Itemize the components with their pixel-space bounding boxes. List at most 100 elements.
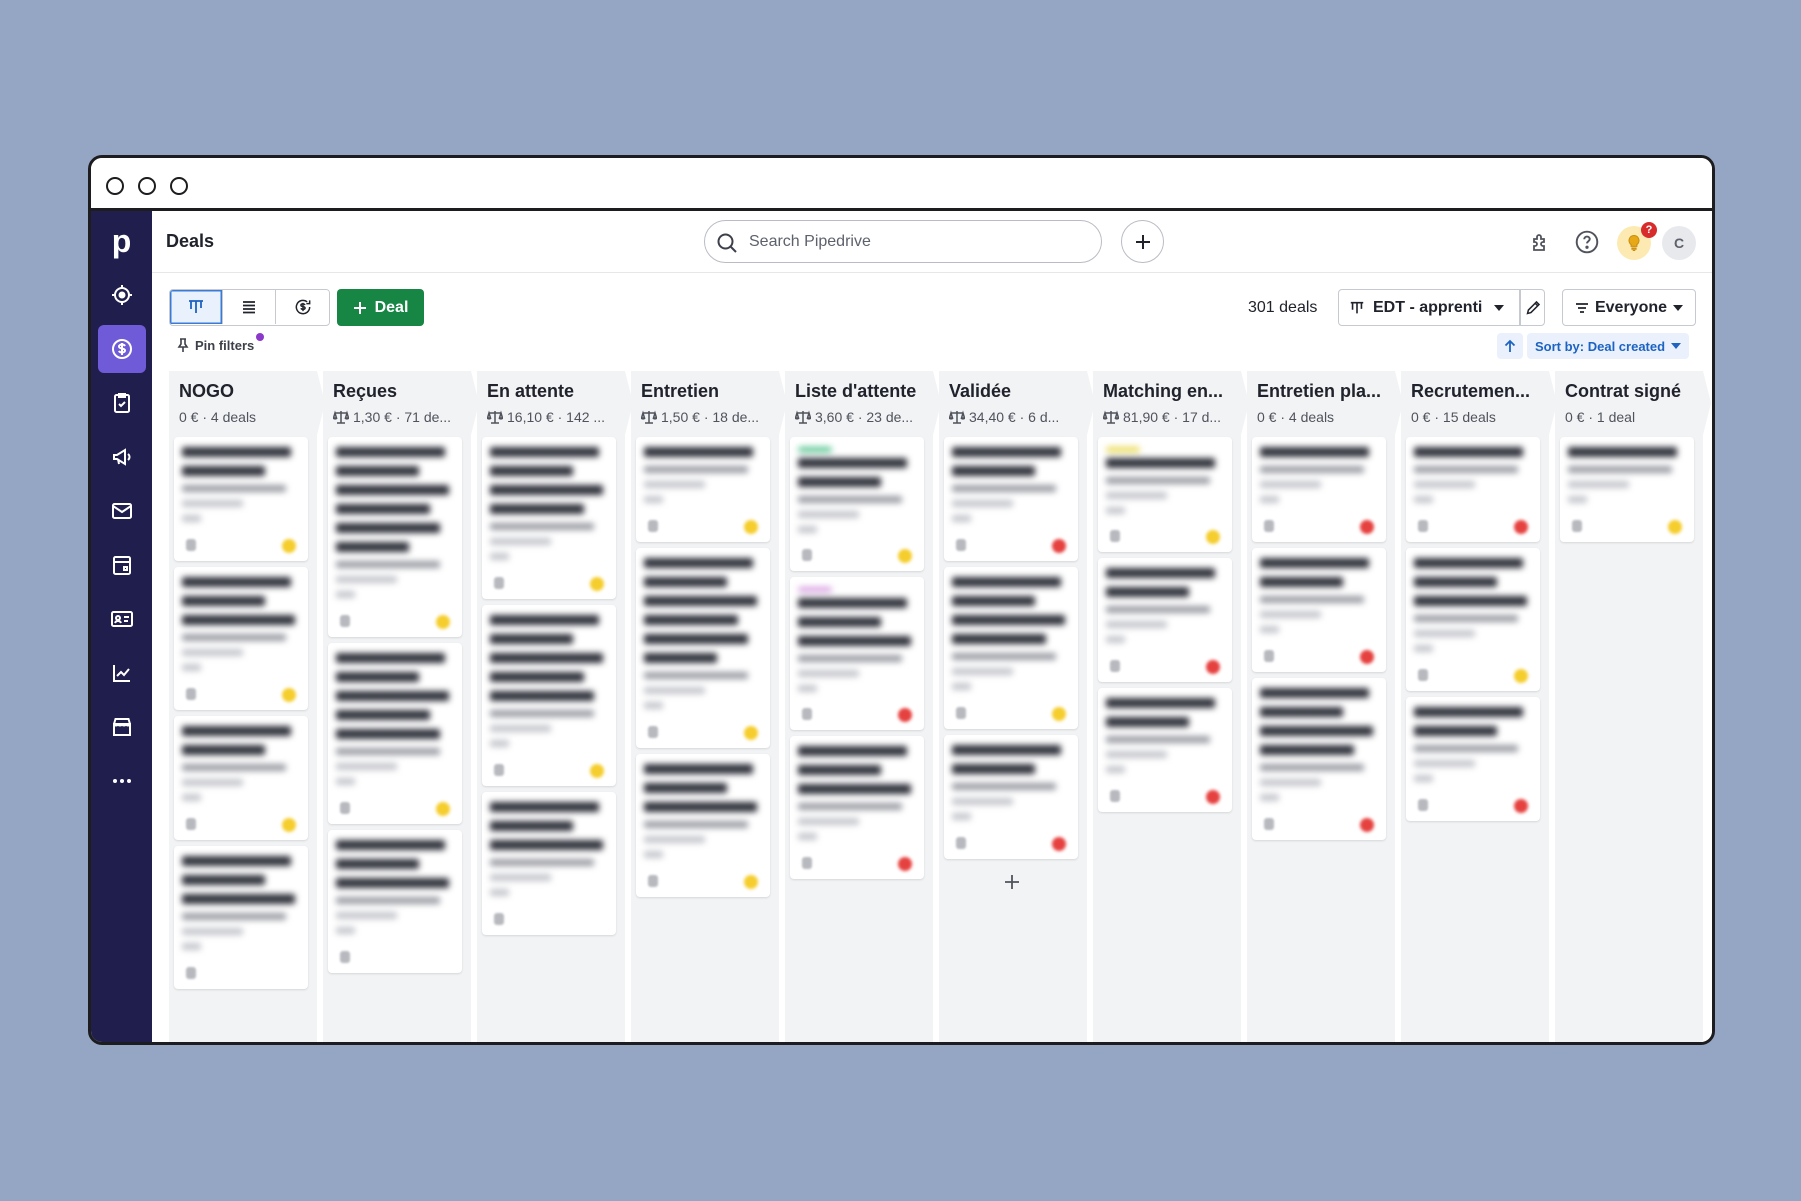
deal-card[interactable] <box>1406 548 1540 691</box>
activity-status-icon[interactable] <box>1668 520 1682 534</box>
deal-card[interactable] <box>636 754 770 897</box>
focus-icon[interactable] <box>98 271 146 319</box>
activity-status-icon[interactable] <box>1514 520 1528 534</box>
pipeline-select[interactable]: EDT - apprenti <box>1338 289 1545 326</box>
activity-status-icon[interactable] <box>898 857 912 871</box>
activity-status-icon[interactable] <box>1360 650 1374 664</box>
activity-status-icon[interactable] <box>1206 530 1220 544</box>
deal-card[interactable] <box>1098 558 1232 682</box>
edit-pencil-icon[interactable] <box>1525 299 1542 316</box>
activity-status-icon[interactable] <box>282 688 296 702</box>
stage-header[interactable]: Recrutemen... 0 € · 15 deals <box>1401 371 1557 435</box>
deal-card[interactable] <box>328 643 462 824</box>
help-icon[interactable] <box>1574 229 1600 255</box>
deal-card[interactable] <box>790 437 924 571</box>
activity-status-icon[interactable] <box>282 818 296 832</box>
activity-status-icon[interactable] <box>282 539 296 553</box>
activity-status-icon[interactable] <box>1360 520 1374 534</box>
deal-card[interactable] <box>1098 688 1232 812</box>
deal-card[interactable] <box>944 735 1078 859</box>
stage-header[interactable]: Reçues 1,30 € · 71 de... <box>323 371 479 435</box>
add-deal-button[interactable]: Deal <box>337 289 424 326</box>
sort-direction-button[interactable] <box>1497 333 1523 359</box>
window-maximize-button[interactable] <box>170 177 188 195</box>
pipedrive-logo[interactable]: p <box>91 225 152 257</box>
deal-card[interactable] <box>790 577 924 730</box>
deal-card[interactable] <box>174 846 308 989</box>
activity-status-icon[interactable] <box>436 802 450 816</box>
extensions-icon[interactable] <box>1528 229 1554 255</box>
deal-card[interactable] <box>328 437 462 637</box>
list-view-button[interactable] <box>223 290 276 324</box>
stage-header[interactable]: Matching en... 81,90 € · 17 d... <box>1093 371 1249 435</box>
deal-card[interactable] <box>174 437 308 561</box>
stage-header[interactable]: Liste d'attente 3,60 € · 23 de... <box>785 371 941 435</box>
activity-status-icon[interactable] <box>1514 669 1528 683</box>
pin-filters-button[interactable]: Pin filters <box>176 337 254 353</box>
activity-status-icon[interactable] <box>1052 837 1066 851</box>
marketplace-icon[interactable] <box>98 703 146 751</box>
deal-card[interactable] <box>1252 548 1386 672</box>
activity-status-icon[interactable] <box>590 764 604 778</box>
mail-icon[interactable] <box>98 487 146 535</box>
activity-status-icon[interactable] <box>898 708 912 722</box>
activity-status-icon[interactable] <box>744 875 758 889</box>
sort-select[interactable]: Sort by: Deal created <box>1527 333 1690 359</box>
window-minimize-button[interactable] <box>138 177 156 195</box>
activity-status-icon[interactable] <box>1206 790 1220 804</box>
quick-add-button[interactable] <box>1121 220 1164 263</box>
stage-header[interactable]: Entretien 1,50 € · 18 de... <box>631 371 787 435</box>
window-close-button[interactable] <box>106 177 124 195</box>
deal-card[interactable] <box>1252 678 1386 840</box>
chart-icon[interactable] <box>98 649 146 697</box>
activity-status-icon[interactable] <box>1052 539 1066 553</box>
activity-status-icon[interactable] <box>1360 818 1374 832</box>
deal-card[interactable] <box>944 437 1078 561</box>
owner-filter[interactable]: Everyone <box>1562 289 1696 326</box>
stage-header[interactable]: Validée 34,40 € · 6 d... <box>939 371 1095 435</box>
activity-status-icon[interactable] <box>744 726 758 740</box>
activity-status-icon[interactable] <box>1514 799 1528 813</box>
pipeline-view-button[interactable] <box>170 290 223 324</box>
stage-header[interactable]: Contrat signé 0 € · 1 deal <box>1555 371 1711 435</box>
activity-status-icon[interactable] <box>1052 707 1066 721</box>
stage-title: Entretien pla... <box>1257 381 1382 401</box>
tasks-icon[interactable] <box>98 379 146 427</box>
activity-status-icon[interactable] <box>436 615 450 629</box>
person-icon <box>1418 669 1428 681</box>
deal-card[interactable] <box>328 830 462 973</box>
deal-card[interactable] <box>174 567 308 710</box>
add-deal-to-stage-button[interactable] <box>999 869 1025 895</box>
deal-card[interactable] <box>1252 437 1386 542</box>
activity-status-icon[interactable] <box>744 520 758 534</box>
deal-card[interactable] <box>1560 437 1694 542</box>
sidebar: p <box>91 211 152 1042</box>
deal-card[interactable] <box>1406 697 1540 821</box>
activity-status-icon[interactable] <box>898 549 912 563</box>
dollar-icon[interactable] <box>98 325 146 373</box>
activity-status-icon[interactable] <box>590 577 604 591</box>
stage-header[interactable]: Entretien pla... 0 € · 4 deals <box>1247 371 1403 435</box>
deal-card[interactable] <box>636 437 770 542</box>
activity-status-icon[interactable] <box>1206 660 1220 674</box>
calendar-icon[interactable] <box>98 541 146 589</box>
deal-card[interactable] <box>790 736 924 879</box>
contacts-icon[interactable] <box>98 595 146 643</box>
forecast-view-button[interactable] <box>276 290 329 324</box>
megaphone-icon[interactable] <box>98 433 146 481</box>
more-icon[interactable] <box>98 757 146 805</box>
top-bar: Deals Search Pipedrive ? C <box>152 211 1712 273</box>
deal-card[interactable] <box>1098 437 1232 552</box>
stage-header[interactable]: NOGO 0 € · 4 deals <box>169 371 325 435</box>
deal-card[interactable] <box>1406 437 1540 542</box>
deal-card[interactable] <box>482 605 616 786</box>
deal-card[interactable] <box>482 437 616 599</box>
search-input[interactable]: Search Pipedrive <box>704 220 1102 263</box>
deal-card[interactable] <box>944 567 1078 729</box>
stage-header[interactable]: En attente 16,10 € · 142 ... <box>477 371 633 435</box>
user-avatar[interactable]: C <box>1662 226 1696 260</box>
deal-card[interactable] <box>174 716 308 840</box>
deal-card[interactable] <box>482 792 616 935</box>
person-icon <box>802 857 812 869</box>
deal-card[interactable] <box>636 548 770 748</box>
